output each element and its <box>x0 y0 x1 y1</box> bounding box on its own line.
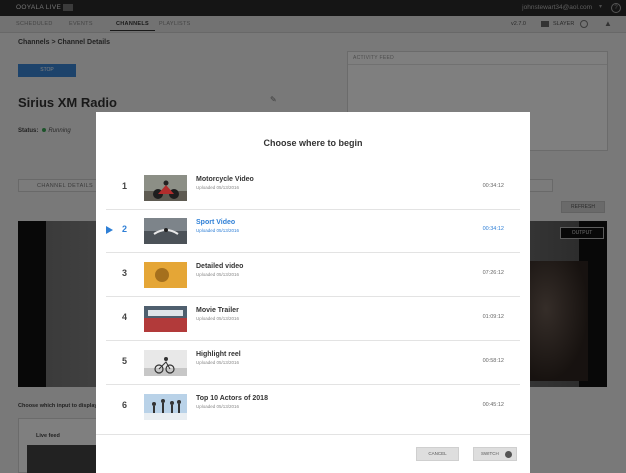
video-duration: 00:34:12 <box>482 183 504 189</box>
video-title: Sport Video <box>196 219 236 226</box>
row-number: 6 <box>122 400 128 410</box>
video-thumbnail <box>144 350 187 376</box>
upload-date: Uploaded 05/13/2016 <box>196 228 240 233</box>
play-icon <box>106 226 113 234</box>
video-duration: 01:09:12 <box>482 314 504 320</box>
dialog-title: Choose where to begin <box>263 138 363 148</box>
switch-button-label: SWITCH <box>481 451 499 456</box>
row-number: 5 <box>122 356 128 366</box>
video-title: Detailed video <box>196 263 244 270</box>
video-title: Movie Trailer <box>196 307 239 314</box>
video-thumbnail <box>144 306 187 332</box>
dialog-footer: CANCEL SWITCH <box>96 434 530 473</box>
row-number: 1 <box>122 181 128 191</box>
video-thumbnail <box>144 262 187 288</box>
cancel-button[interactable]: CANCEL <box>416 447 459 461</box>
video-duration: 00:34:12 <box>482 226 504 232</box>
row-number: 4 <box>122 312 128 322</box>
video-title: Highlight reel <box>196 351 241 358</box>
video-row[interactable]: 5 Highlight reel Uploaded 05/13/2016 00:… <box>106 342 520 385</box>
video-thumbnail <box>144 394 187 420</box>
upload-date: Uploaded 05/13/2016 <box>196 404 240 409</box>
video-title: Motorcycle Video <box>196 176 254 183</box>
video-row[interactable]: 6 Top 10 Actors of 2018 Uploaded 05/13/2… <box>106 386 520 429</box>
video-thumbnail <box>144 175 187 201</box>
video-title: Top 10 Actors of 2018 <box>196 395 268 402</box>
upload-date: Uploaded 05/13/2016 <box>196 272 240 277</box>
switch-button[interactable]: SWITCH <box>473 447 517 461</box>
upload-date: Uploaded 05/13/2016 <box>196 316 240 321</box>
video-duration: 07:26:12 <box>482 270 504 276</box>
row-number: 2 <box>122 224 128 234</box>
video-row[interactable]: 1 Motorcycle Video Uploaded 05/13/2016 0… <box>106 167 520 210</box>
video-duration: 00:58:12 <box>482 358 504 364</box>
row-number: 3 <box>122 268 128 278</box>
switch-icon <box>505 451 512 458</box>
upload-date: Uploaded 05/13/2016 <box>196 185 240 190</box>
video-duration: 00:45:12 <box>482 402 504 408</box>
video-thumbnail <box>144 218 187 244</box>
video-row[interactable]: 3 Detailed video Uploaded 05/13/2016 07:… <box>106 254 520 297</box>
choose-start-dialog: Choose where to begin 1 Motorcycle Video… <box>96 112 530 473</box>
upload-date: Uploaded 05/13/2016 <box>196 360 240 365</box>
video-row-selected[interactable]: 2 Sport Video Uploaded 05/13/2016 00:34:… <box>106 210 520 253</box>
video-row[interactable]: 4 Movie Trailer Uploaded 05/13/2016 01:0… <box>106 298 520 341</box>
